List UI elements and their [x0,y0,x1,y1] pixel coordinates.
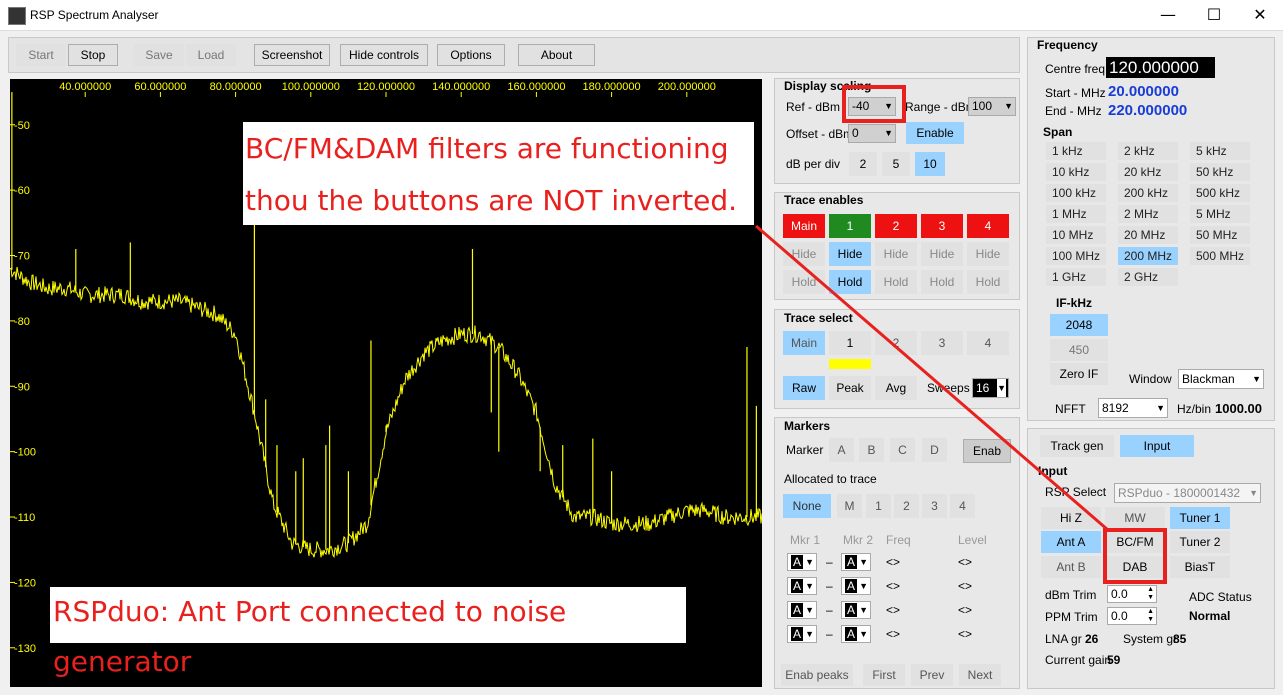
callout-arrow-line [755,224,1109,532]
callout-arrow [755,224,1109,532]
